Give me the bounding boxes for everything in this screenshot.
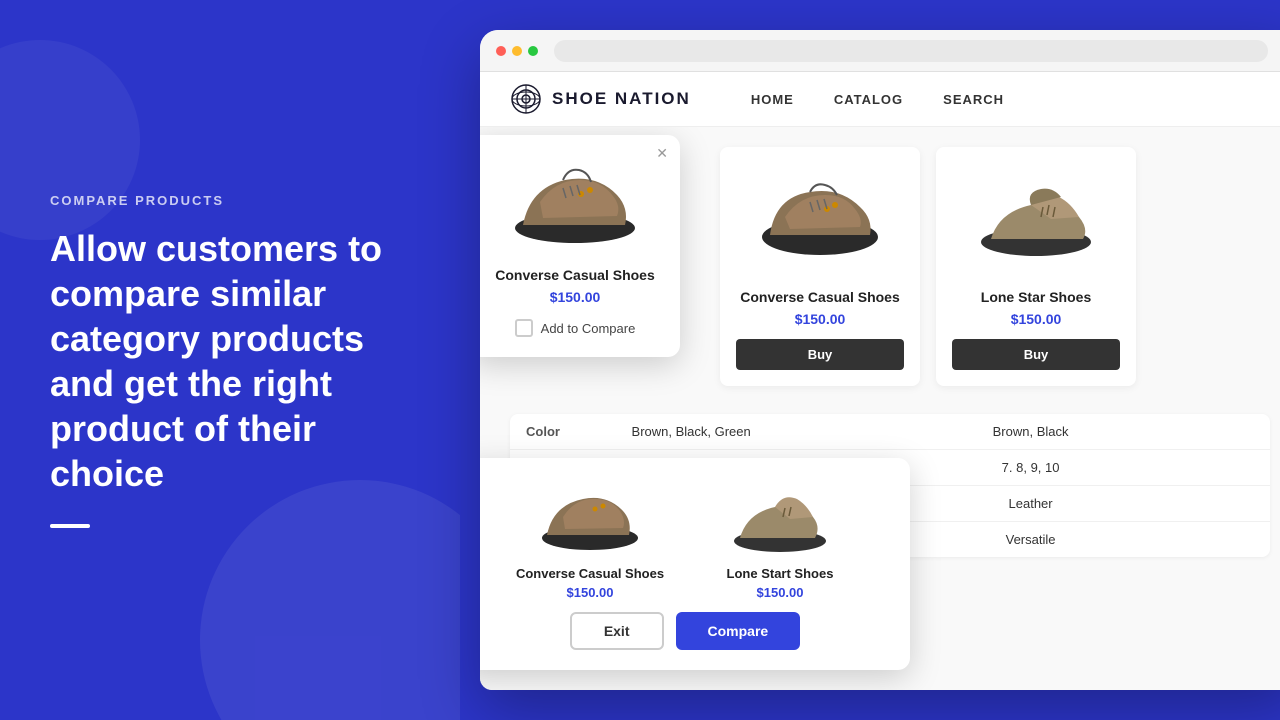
table-row-size: Size 8, 9, 10 7. 8, 9, 10	[510, 450, 1270, 486]
dot-red	[496, 46, 506, 56]
section-title: Allow customers to compare similar categ…	[50, 226, 410, 496]
shoe-image-2	[971, 177, 1101, 267]
shoe-image-1	[755, 177, 885, 267]
product-price-2: $150.00	[952, 311, 1120, 327]
logo-icon	[510, 83, 542, 115]
widget-name-1: Converse Casual Shoes	[516, 566, 664, 581]
section-tag: COMPARE PRODUCTS	[50, 193, 410, 208]
attr-color: Color	[510, 414, 591, 450]
product-price-1: $150.00	[736, 311, 904, 327]
nav-search[interactable]: SEARCH	[943, 92, 1004, 107]
product-name-2: Lone Star Shoes	[952, 289, 1120, 305]
exit-button[interactable]: Exit	[570, 612, 664, 650]
attr-type: Type	[510, 522, 591, 558]
divider	[50, 524, 90, 528]
table-row-color: Color Brown, Black, Green Brown, Black	[510, 414, 1270, 450]
val-size-1: 8, 9, 10	[591, 450, 791, 486]
val-size-2: 7. 8, 9, 10	[791, 450, 1270, 486]
nav-catalog[interactable]: CATALOG	[834, 92, 903, 107]
widget-name-2: Lone Start Shoes	[727, 566, 834, 581]
buy-button-1[interactable]: Buy	[736, 339, 904, 370]
browser-bar	[480, 30, 1280, 72]
product-card-2: Lone Star Shoes $150.00 Buy	[936, 147, 1136, 386]
table-row-type: Type Trekking Versatile	[510, 522, 1270, 558]
browser-dots	[496, 46, 538, 56]
product-name-1: Converse Casual Shoes	[736, 289, 904, 305]
browser-url-bar	[554, 40, 1268, 62]
product-grid: Converse Casual Shoes $150.00 Buy	[480, 127, 1280, 406]
attr-size: Size	[510, 450, 591, 486]
val-color-1: Brown, Black, Green	[591, 414, 791, 450]
store-body: Converse Casual Shoes $150.00 Buy	[480, 127, 1280, 690]
buy-button-2[interactable]: Buy	[952, 339, 1120, 370]
attr-material: Material	[510, 486, 591, 522]
left-panel: COMPARE PRODUCTS Allow customers to comp…	[0, 0, 460, 720]
product-card-1: Converse Casual Shoes $150.00 Buy	[720, 147, 920, 386]
widget-price-1: $150.00	[567, 585, 614, 600]
compare-button[interactable]: Compare	[676, 612, 801, 650]
product-img-1	[736, 167, 904, 277]
browser-window: SHOE NATION HOME CATALOG SEARCH	[480, 30, 1280, 690]
dot-yellow	[512, 46, 522, 56]
table-row-material: Material Leather Leather	[510, 486, 1270, 522]
store-nav: HOME CATALOG SEARCH	[751, 92, 1004, 107]
val-type-1: Trekking	[591, 522, 791, 558]
val-material-2: Leather	[791, 486, 1270, 522]
dot-green	[528, 46, 538, 56]
widget-actions: Exit Compare	[484, 612, 886, 650]
nav-home[interactable]: HOME	[751, 92, 794, 107]
product-img-2	[952, 167, 1120, 277]
store-logo: SHOE NATION	[510, 83, 691, 115]
right-panel: SHOE NATION HOME CATALOG SEARCH	[460, 0, 1280, 720]
store-name: SHOE NATION	[552, 89, 691, 109]
val-material-1: Leather	[591, 486, 791, 522]
widget-price-2: $150.00	[757, 585, 804, 600]
compare-table: Color Brown, Black, Green Brown, Black S…	[510, 414, 1270, 557]
store-header: SHOE NATION HOME CATALOG SEARCH	[480, 72, 1280, 127]
val-color-2: Brown, Black	[791, 414, 1270, 450]
val-type-2: Versatile	[791, 522, 1270, 558]
